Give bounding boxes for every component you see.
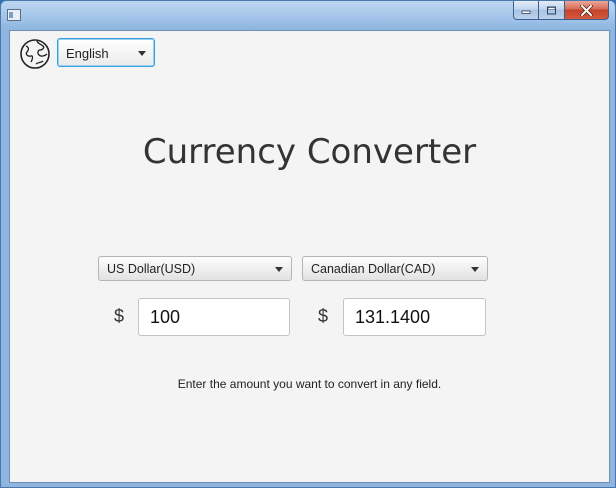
minimize-icon [521, 10, 531, 14]
to-currency-symbol: $ [318, 306, 329, 326]
maximize-button[interactable] [539, 1, 565, 20]
from-currency-label: US Dollar(USD) [107, 262, 196, 276]
instruction-text: Enter the amount you want to convert in … [177, 377, 442, 391]
language-dropdown[interactable]: English [57, 38, 155, 67]
language-dropdown-label: English [66, 46, 109, 61]
from-currency-dropdown[interactable]: US Dollar(USD) [98, 256, 292, 281]
close-icon [580, 4, 593, 16]
window-caption-buttons [513, 1, 609, 21]
from-amount-input[interactable]: 100 [138, 298, 290, 336]
page-title: Currency Converter [142, 132, 477, 172]
window-app-icon[interactable] [7, 9, 21, 21]
globe-icon [20, 39, 50, 69]
chevron-down-icon [275, 267, 283, 272]
maximize-icon [547, 6, 556, 14]
close-button[interactable] [565, 1, 609, 20]
client-area: English Currency Converter US Dollar(USD… [9, 30, 610, 483]
title-bar[interactable] [1, 1, 615, 29]
to-amount-input[interactable]: 131.1400 [343, 298, 486, 336]
to-currency-dropdown[interactable]: Canadian Dollar(CAD) [302, 256, 488, 281]
app-window: English Currency Converter US Dollar(USD… [0, 0, 616, 488]
chevron-down-icon [138, 51, 146, 56]
from-currency-symbol: $ [114, 306, 125, 326]
minimize-button[interactable] [513, 1, 539, 20]
to-currency-label: Canadian Dollar(CAD) [311, 262, 436, 276]
chevron-down-icon [471, 267, 479, 272]
